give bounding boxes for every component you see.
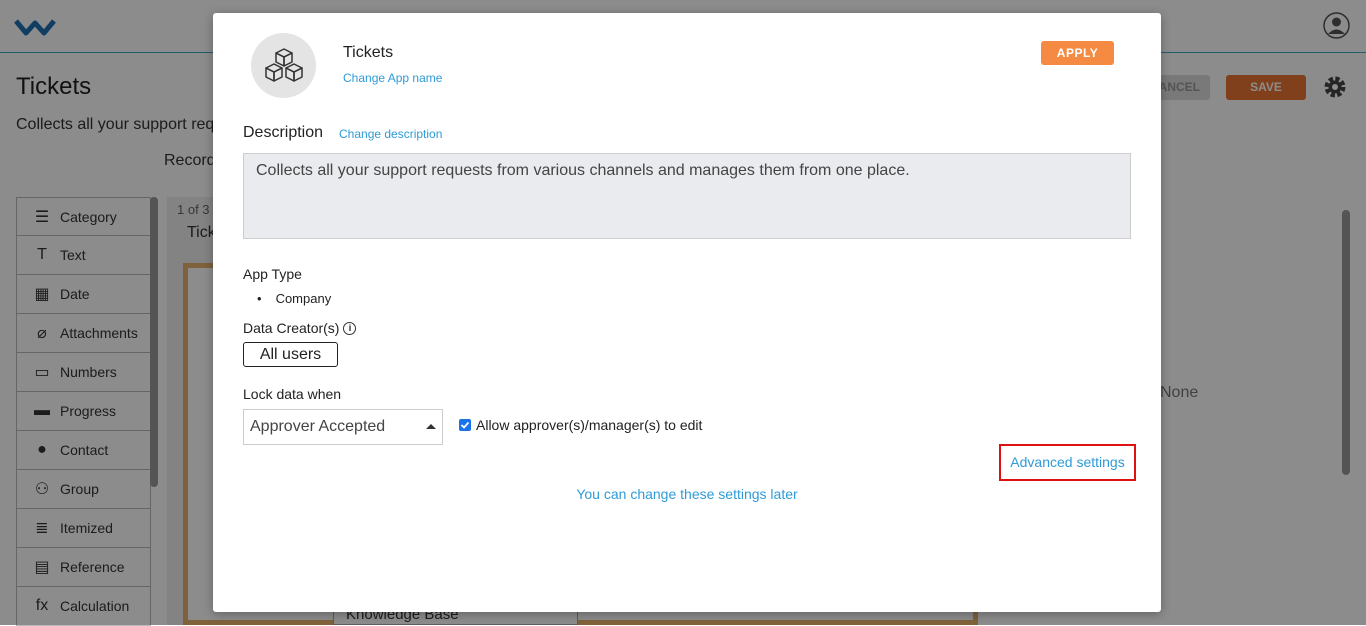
- all-users-button[interactable]: All users: [243, 342, 338, 367]
- app-settings-modal: Tickets Change App name APPLY Descriptio…: [213, 13, 1161, 612]
- description-textarea[interactable]: Collects all your support requests from …: [243, 153, 1131, 239]
- cubes-icon: [264, 47, 303, 82]
- app-type-label: App Type: [243, 266, 302, 282]
- apply-button[interactable]: APPLY: [1041, 41, 1114, 65]
- checkmark-icon: [460, 421, 470, 429]
- change-app-name-link[interactable]: Change App name: [343, 71, 442, 85]
- info-icon[interactable]: i: [343, 321, 357, 335]
- advanced-settings-link[interactable]: Advanced settings: [999, 444, 1136, 481]
- app-name: Tickets: [343, 44, 394, 61]
- allow-edit-row[interactable]: Allow approver(s)/manager(s) to edit: [459, 417, 702, 433]
- description-label: Description: [243, 124, 324, 141]
- lock-data-select[interactable]: Approver Accepted: [243, 409, 443, 445]
- allow-edit-label: Allow approver(s)/manager(s) to edit: [476, 417, 703, 433]
- lock-data-label: Lock data when: [243, 386, 342, 402]
- change-description-link[interactable]: Change description: [339, 127, 442, 141]
- data-creator-text: Data Creator(s): [243, 320, 340, 336]
- app-icon[interactable]: [251, 33, 316, 98]
- lock-data-value: Approver Accepted: [250, 418, 386, 435]
- change-later-link[interactable]: You can change these settings later: [213, 486, 1161, 502]
- data-creator-label: Data Creator(s) i: [243, 320, 357, 336]
- allow-edit-checkbox[interactable]: [459, 419, 471, 431]
- app-type-value: Company: [257, 291, 332, 306]
- caret-up-icon: [426, 424, 436, 429]
